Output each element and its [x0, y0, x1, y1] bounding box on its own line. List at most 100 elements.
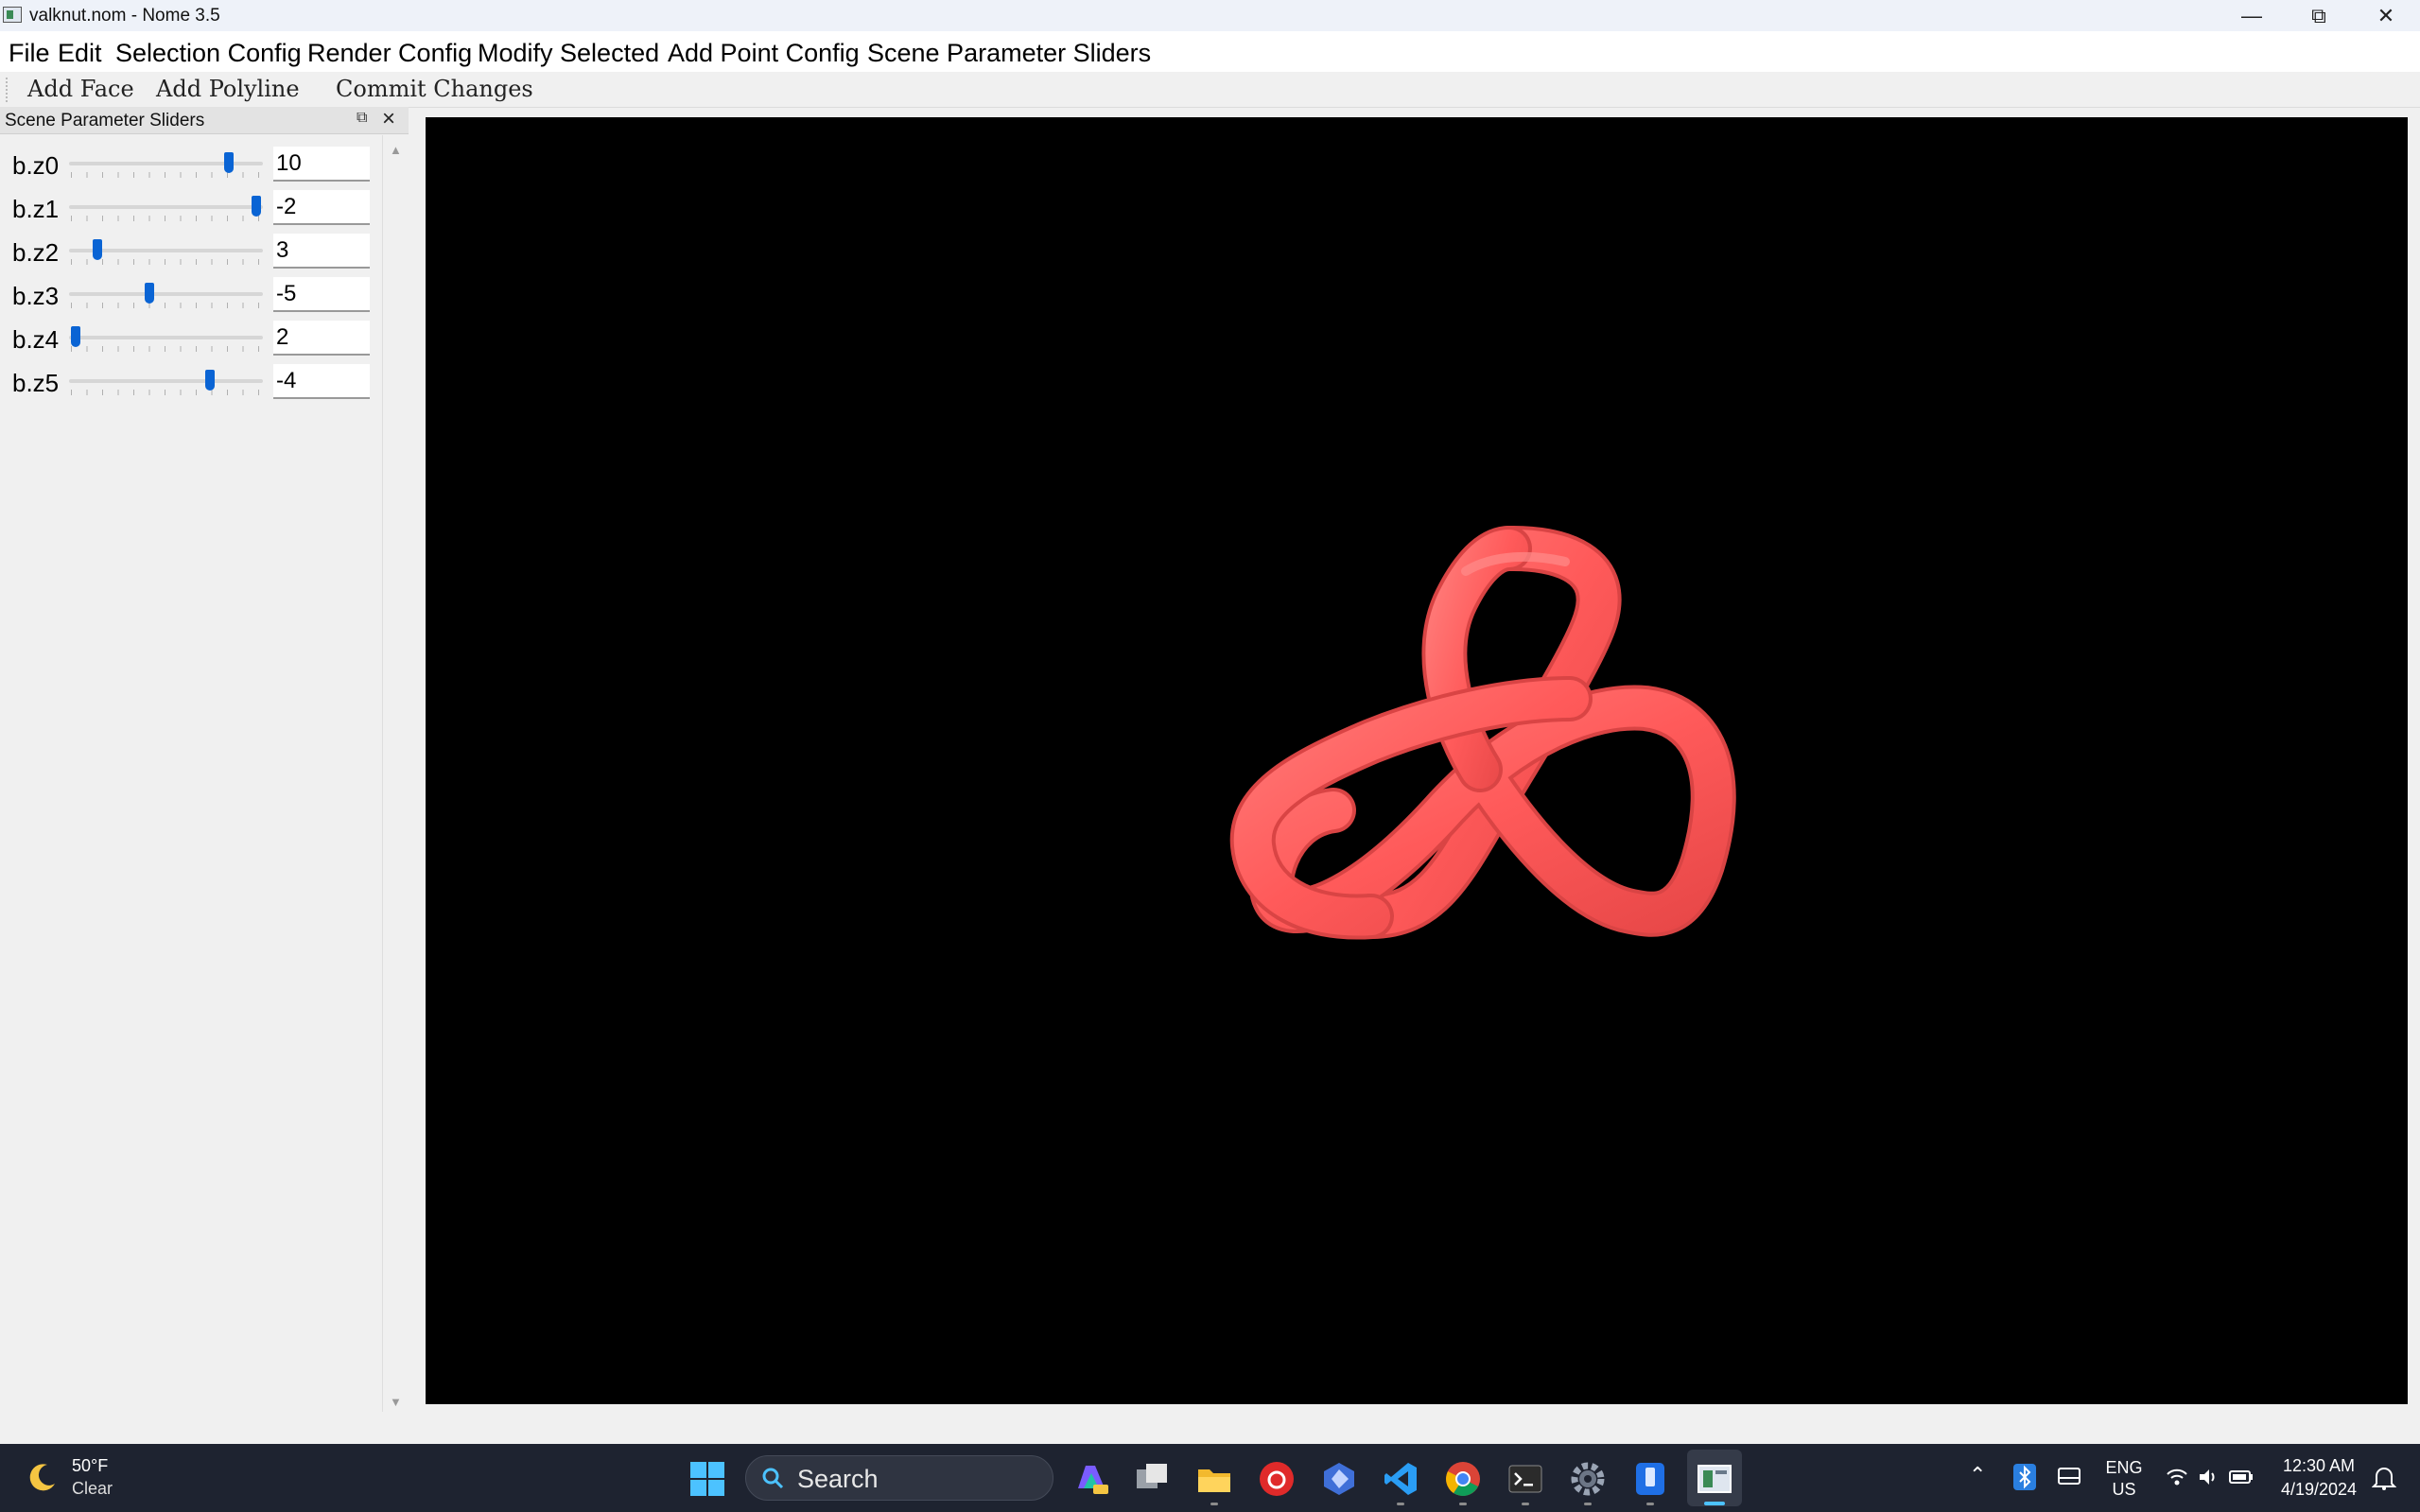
slider-value-input[interactable]: 10 — [273, 147, 370, 182]
nome-app-icon[interactable] — [1696, 1460, 1733, 1498]
active-app-indicator — [1704, 1502, 1725, 1505]
slider-label: b.z2 — [12, 238, 60, 267]
running-indicator — [1459, 1503, 1467, 1505]
slider-handle[interactable] — [252, 196, 262, 217]
menu-file[interactable]: File — [9, 39, 50, 68]
commit-changes-button[interactable]: Commit Changes — [336, 76, 533, 102]
bluetooth-tray-icon[interactable] — [2012, 1463, 2037, 1491]
settings-gear-icon[interactable] — [1569, 1460, 1607, 1498]
slider-label: b.z0 — [12, 151, 60, 180]
slider-track[interactable] — [69, 292, 263, 296]
dock-title: Scene Parameter Sliders — [5, 111, 205, 130]
wifi-icon[interactable] — [2166, 1467, 2188, 1487]
slider-track[interactable] — [69, 205, 263, 209]
slider-label: b.z5 — [12, 369, 60, 397]
slider-track[interactable] — [69, 162, 263, 165]
menu-scene-parameter-sliders[interactable]: Scene Parameter Sliders — [867, 39, 1151, 68]
slider-dock-panel: Scene Parameter Sliders ⧉ × ▲ ▼ b.z0 10 … — [0, 107, 409, 1416]
running-indicator — [1584, 1503, 1592, 1505]
weather-condition[interactable]: Clear — [72, 1479, 113, 1499]
copilot-icon[interactable] — [1072, 1460, 1110, 1498]
slider-row-b-z5: b.z5 -4 — [0, 363, 378, 407]
slider-ticks — [71, 346, 260, 352]
scroll-up-arrow-icon[interactable]: ▲ — [390, 143, 402, 157]
slider-ticks — [71, 259, 260, 265]
add-polyline-button[interactable]: Add Polyline — [156, 76, 300, 102]
slider-row-b-z4: b.z4 2 — [0, 320, 378, 363]
clock-date[interactable]: 4/19/2024 — [2268, 1480, 2370, 1500]
display-tray-icon[interactable] — [2057, 1465, 2081, 1489]
weather-temperature[interactable]: 50°F — [72, 1456, 108, 1476]
slider-handle[interactable] — [145, 283, 154, 304]
menu-bar: File Edit Selection Config Render Config… — [0, 31, 2420, 72]
slider-handle[interactable] — [71, 326, 80, 347]
close-icon[interactable]: × — [382, 108, 395, 130]
slider-handle[interactable] — [93, 239, 103, 260]
windows-start-icon[interactable] — [688, 1460, 726, 1498]
toolbar-handle[interactable] — [6, 78, 8, 102]
restore-button[interactable]: ⧉ — [2287, 0, 2351, 31]
taskbar-search-box[interactable]: Search — [745, 1455, 1053, 1501]
slider-ticks — [71, 390, 260, 395]
slider-value-input[interactable]: -5 — [273, 277, 370, 312]
dev-app-icon[interactable] — [1320, 1460, 1358, 1498]
knot-mesh — [1229, 525, 1736, 940]
slider-track[interactable] — [69, 379, 263, 383]
scroll-down-arrow-icon[interactable]: ▼ — [390, 1395, 402, 1409]
netease-music-icon[interactable] — [1258, 1460, 1296, 1498]
slider-ticks — [71, 216, 260, 221]
minimize-button[interactable]: — — [2220, 0, 2284, 31]
dock-header: Scene Parameter Sliders ⧉ × — [0, 107, 409, 134]
chrome-icon[interactable] — [1444, 1460, 1482, 1498]
search-icon — [762, 1468, 784, 1489]
menu-modify-selected[interactable]: Modify Selected — [478, 39, 659, 68]
slider-handle[interactable] — [223, 152, 234, 173]
region-indicator[interactable]: US — [2105, 1480, 2143, 1500]
volume-icon[interactable] — [2197, 1467, 2220, 1487]
slider-value-input[interactable]: 2 — [273, 321, 370, 356]
slider-ticks — [71, 172, 260, 178]
menu-add-point-config[interactable]: Add Point Config — [668, 39, 860, 68]
search-placeholder: Search — [797, 1465, 879, 1493]
slider-track[interactable] — [69, 336, 263, 339]
task-view-icon[interactable] — [1133, 1460, 1171, 1498]
menu-render-config[interactable]: Render Config — [307, 39, 472, 68]
slider-value-input[interactable]: -2 — [273, 190, 370, 225]
window-title: valknut.nom - Nome 3.5 — [29, 6, 220, 26]
toolbar: Add Face Add Polyline Commit Changes — [0, 72, 2420, 108]
battery-icon[interactable] — [2228, 1467, 2255, 1487]
slider-label: b.z1 — [12, 195, 60, 223]
add-face-button[interactable]: Add Face — [27, 76, 134, 102]
trefoil-knot-render — [1229, 525, 1736, 940]
slider-value-input[interactable]: -4 — [273, 364, 370, 399]
slider-handle[interactable] — [205, 370, 216, 391]
file-explorer-icon[interactable] — [1195, 1460, 1233, 1498]
slider-row-b-z3: b.z3 -5 — [0, 276, 378, 320]
language-indicator[interactable]: ENG — [2105, 1458, 2143, 1478]
app-icon — [3, 7, 22, 23]
menu-edit[interactable]: Edit — [58, 39, 102, 68]
terminal-icon[interactable] — [1506, 1460, 1544, 1498]
slider-label: b.z3 — [12, 282, 60, 310]
float-icon[interactable]: ⧉ — [357, 111, 370, 126]
title-bar: valknut.nom - Nome 3.5 — ⧉ ✕ — [0, 0, 2420, 31]
running-indicator — [1646, 1503, 1654, 1505]
moon-icon[interactable] — [26, 1461, 59, 1493]
slider-value-input[interactable]: 3 — [273, 234, 370, 269]
phone-link-icon[interactable] — [1631, 1460, 1669, 1498]
running-indicator — [1522, 1503, 1529, 1505]
vscode-icon[interactable] — [1382, 1460, 1419, 1498]
slider-row-b-z2: b.z2 3 — [0, 233, 378, 276]
slider-ticks — [71, 303, 260, 308]
render-viewport[interactable] — [426, 117, 2408, 1404]
slider-label: b.z4 — [12, 325, 60, 354]
notification-bell-icon[interactable] — [2372, 1465, 2396, 1491]
taskbar: 50°F Clear Search ⌃ ENG US 12:30 AM 4/19… — [0, 1444, 2420, 1512]
running-indicator — [1210, 1503, 1218, 1505]
close-window-button[interactable]: ✕ — [2354, 0, 2418, 31]
slider-row-b-z0: b.z0 10 — [0, 146, 378, 189]
panel-divider — [382, 135, 383, 1412]
menu-selection-config[interactable]: Selection Config — [115, 39, 302, 68]
chevron-up-icon[interactable]: ⌃ — [1969, 1463, 1986, 1487]
clock-time[interactable]: 12:30 AM — [2268, 1456, 2370, 1476]
